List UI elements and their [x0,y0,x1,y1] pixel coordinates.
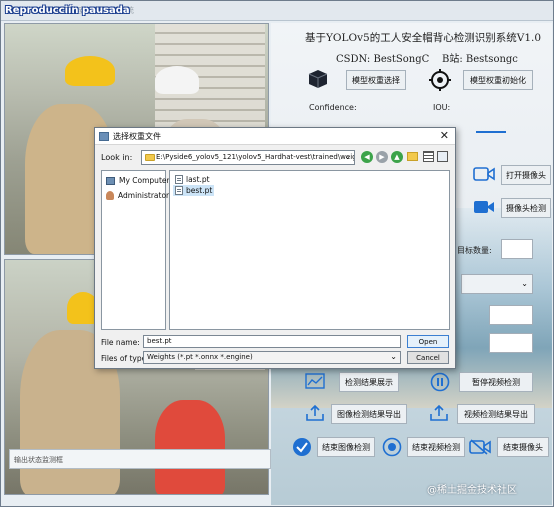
csdn-value: BestSongC [373,54,430,65]
chevron-down-icon: ⌄ [390,352,397,361]
file-type-select[interactable]: Weights (*.pt *.onnx *.engine) ⌄ [143,351,401,364]
file-name: last.pt [186,175,210,184]
close-icon[interactable]: ✕ [440,129,449,142]
camera-icon [473,165,495,183]
cancel-button[interactable]: Cancel [407,351,449,364]
detail-view-icon[interactable] [437,151,448,162]
video-camera-icon [473,198,495,216]
file-name-label: File name: [101,338,140,347]
file-name-input[interactable]: best.pt [143,335,401,348]
show-results-button[interactable]: 检测结果展示 [339,372,399,392]
target-count-field [501,239,533,259]
camera-detect-button[interactable]: 摄像头检测 [501,198,551,218]
white-helmet [155,66,199,94]
sidebar-item-administrator[interactable]: Administrator [106,191,169,200]
yellow-helmet [65,56,115,86]
iou-slider[interactable] [476,131,506,133]
file-item-best[interactable]: best.pt [173,185,215,196]
look-in-path: E:\Pyside6_yolov5_121\yolov5_Hardhat-ves… [156,153,355,161]
file-item-last[interactable]: last.pt [173,174,212,185]
pause-video-button[interactable]: 暂停视频检测 [459,372,533,392]
author-info: CSDN: BestSongC B站: Bestsongc [336,50,518,65]
file-dialog: 选择权重文件 ✕ Look in: E:\Pyside6_yolov5_121\… [94,127,456,369]
places-sidebar: My Computer Administrator [101,170,170,330]
status-box: 输出状态监测框 [9,449,271,469]
file-list: last.pt best.pt [169,170,450,330]
iou-label: IOU: [433,103,451,112]
target-count-label: 目标数量: [457,246,492,255]
csdn-label: CSDN: [336,54,371,65]
app-title: 基于YOLOv5的工人安全帽背心检测识别系统V1.0 [305,32,542,44]
target-select[interactable]: ⌄ [461,274,533,294]
end-camera-button[interactable]: 结束摄像头 [497,437,549,457]
folder-icon [145,154,155,161]
target-icon [428,68,452,92]
sidebar-item-my-computer[interactable]: My Computer [106,176,170,185]
app-icon [99,132,109,141]
cube-icon [306,67,330,91]
file-icon [175,175,183,184]
main-window: 基于YOLOv5的工人安全帽检测系统 Reproducciín pausada … [0,0,554,507]
sidebar-item-label: My Computer [119,176,170,185]
file-type-label: Files of type: [101,354,149,363]
site-watermark: @稀土掘金技术社区 [427,485,517,496]
export-image-button[interactable]: 图像检测结果导出 [331,404,407,424]
end-image-button[interactable]: 结束图像检测 [317,437,375,457]
sidebar-item-label: Administrator [118,191,170,200]
upload-icon [305,403,325,423]
file-icon [175,186,183,195]
new-folder-icon[interactable] [407,152,418,161]
dialog-title-bar: 选择权重文件 ✕ [95,128,455,145]
back-icon[interactable]: ◀ [361,151,373,163]
stop-circle-icon [381,436,403,458]
recording-overlay: Reproducciín pausada [5,5,130,16]
open-camera-button[interactable]: 打开摄像头 [501,165,551,185]
red-vest [155,400,225,494]
file-type-value: Weights (*.pt *.onnx *.engine) [147,353,253,361]
look-in-label: Look in: [101,153,133,162]
chevron-down-icon: ⌄ [344,152,351,161]
file-name: best.pt [186,186,213,195]
end-video-button[interactable]: 结束视频检测 [407,437,465,457]
forward-icon[interactable]: ▶ [376,151,388,163]
confidence-label: Confidence: [309,103,357,112]
bilibili-value: Bestsongc [465,54,518,65]
chart-icon [305,372,325,390]
list-view-icon[interactable] [423,151,434,162]
look-in-combo[interactable]: E:\Pyside6_yolov5_121\yolov5_Hardhat-ves… [141,150,355,165]
user-icon [106,191,114,200]
model-select-button[interactable]: 模型权重选择 [346,70,406,90]
camera-off-icon [469,437,491,457]
model-init-button[interactable]: 模型权重初始化 [463,70,533,90]
xmin-field [489,305,533,325]
check-circle-icon [291,436,313,458]
upload-icon-2 [429,403,449,423]
dialog-title: 选择权重文件 [113,132,161,141]
ymin-field [489,333,533,353]
bilibili-label: B站: [441,54,463,65]
open-button[interactable]: Open [407,335,449,348]
parent-folder-icon[interactable]: ▲ [391,151,403,163]
pause-icon [429,371,451,393]
chevron-down-icon: ⌄ [521,279,528,288]
export-video-button[interactable]: 视频检测结果导出 [457,404,535,424]
computer-icon [106,176,115,185]
